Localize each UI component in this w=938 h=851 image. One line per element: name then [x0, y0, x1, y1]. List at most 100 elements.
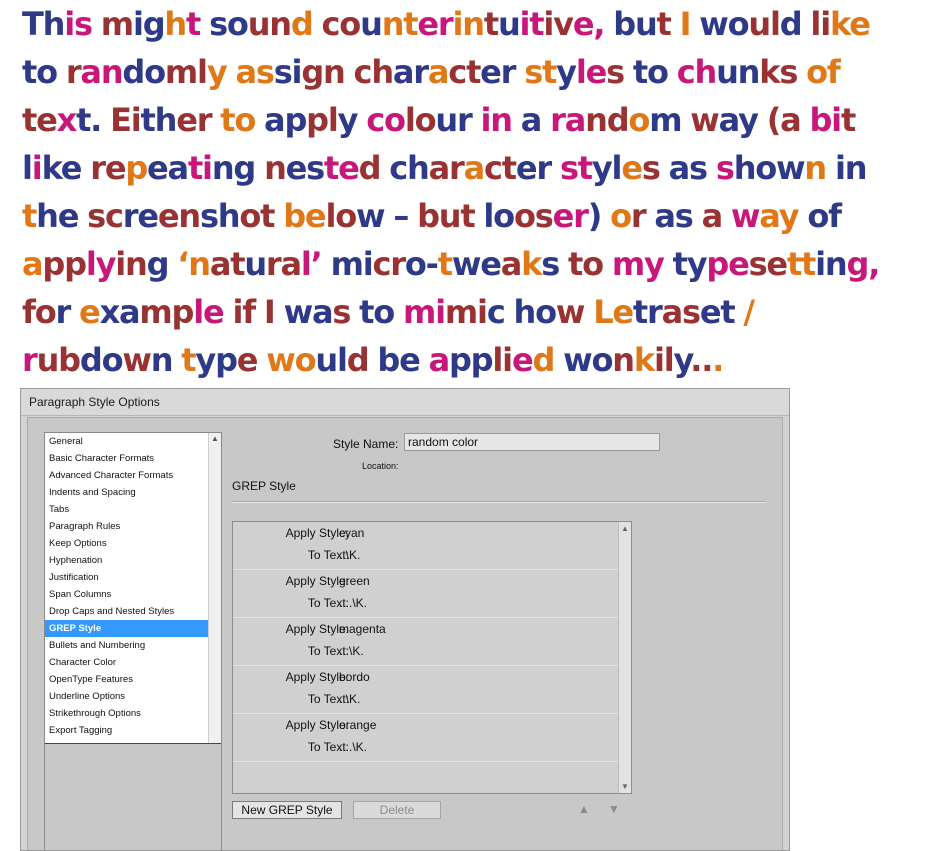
grep-expression[interactable]: ..\K.	[339, 688, 360, 710]
scroll-down-icon[interactable]: ▼	[619, 782, 631, 791]
category-item[interactable]: Basic Character Formats	[45, 450, 209, 467]
text-run: be	[283, 197, 326, 235]
text-run: st	[524, 53, 557, 91]
grep-entry[interactable]: Apply Style: bordo To Text: ..\K.	[233, 666, 619, 714]
text-run: t	[181, 341, 196, 379]
scroll-up-icon[interactable]: ▲	[619, 524, 631, 533]
text-run: k	[633, 341, 655, 379]
text-run: to	[220, 101, 265, 139]
text-run: as	[654, 197, 702, 235]
text-run: ch	[389, 149, 430, 187]
text-run: –	[393, 197, 418, 235]
category-list[interactable]: General Basic Character Formats Advanced C…	[44, 432, 222, 850]
grep-style-list[interactable]: Apply Style: cyan To Text: ..\K. Apply Style…	[232, 521, 632, 794]
grep-expression[interactable]: ....\K.	[339, 736, 367, 758]
applied-style[interactable]: cyan	[339, 522, 364, 544]
text-run: ap	[264, 101, 307, 139]
category-item[interactable]: Paragraph Rules	[45, 518, 209, 535]
text-run: pl	[306, 101, 339, 139]
text-run: wo	[699, 5, 749, 43]
category-scrollbar[interactable]: ▲	[208, 433, 221, 743]
text-run: an	[80, 53, 123, 91]
category-item[interactable]: Span Columns	[45, 586, 209, 603]
text-run: I	[679, 5, 700, 43]
text-run: un	[247, 5, 292, 43]
text-run: s	[715, 149, 735, 187]
applied-style[interactable]: orange	[339, 714, 376, 736]
text-run: r	[65, 53, 82, 91]
text-run: lo	[483, 197, 515, 235]
question-line: like repeating nested character styles a…	[22, 144, 934, 192]
category-item[interactable]: Tabs	[45, 501, 209, 518]
text-run: if	[232, 293, 264, 331]
text-run: y	[556, 53, 577, 91]
category-item[interactable]: Export Tagging	[45, 722, 209, 739]
text-run: li	[810, 5, 831, 43]
style-name-input[interactable]	[404, 433, 660, 451]
text-run: ke	[829, 5, 871, 43]
grep-entry[interactable]: Apply Style: orange To Text: ....\K.	[233, 714, 619, 762]
text-run: Th	[22, 5, 65, 43]
text-run: u	[360, 5, 383, 43]
grep-entry[interactable]: Apply Style: magenta To Text: ...\K.	[233, 618, 619, 666]
text-run: ..	[690, 341, 713, 379]
text-run: of	[806, 53, 841, 91]
text-run: re	[90, 149, 126, 187]
applied-style[interactable]: magenta	[339, 618, 386, 640]
question-text: This might sound counterintuitive, but I…	[22, 0, 934, 384]
category-item[interactable]: Drop Caps and Nested Styles	[45, 603, 209, 620]
text-run: k	[521, 245, 542, 283]
grep-expression[interactable]: ...\K.	[339, 640, 364, 662]
move-down-icon[interactable]: ▼	[608, 802, 620, 816]
text-run: t	[840, 101, 856, 139]
grep-entry-row: Apply Style: cyan	[233, 522, 619, 544]
category-item[interactable]: Keep Options	[45, 535, 209, 552]
text-run: e	[236, 341, 267, 379]
applied-style[interactable]: bordo	[339, 666, 370, 688]
category-item[interactable]: Underline Options	[45, 688, 209, 705]
new-grep-style-button[interactable]: New GREP Style	[232, 801, 342, 819]
scroll-up-icon[interactable]: ▲	[209, 433, 221, 445]
text-run: l	[22, 149, 33, 187]
text-run: e	[79, 293, 101, 331]
text-run: lo	[325, 197, 357, 235]
category-item[interactable]: Strikethrough Options	[45, 705, 209, 722]
grep-entry[interactable]: Apply Style: cyan To Text: ..\K.	[233, 522, 619, 570]
text-run: mi	[402, 293, 446, 331]
text-run: te	[324, 149, 360, 187]
text-run: s	[332, 293, 360, 331]
category-item[interactable]: Character Color	[45, 654, 209, 671]
grep-entry[interactable]: Apply Style: green To Text: ....\K.	[233, 570, 619, 618]
text-run: u	[497, 5, 521, 43]
category-item[interactable]: Advanced Character Formats	[45, 467, 209, 484]
text-run: ti	[187, 149, 213, 187]
grep-scrollbar[interactable]: ▲ ▼	[618, 522, 631, 793]
category-item[interactable]: General	[45, 433, 209, 450]
text-run: wo	[563, 341, 613, 379]
text-run: se	[748, 245, 789, 283]
text-run: t	[656, 5, 680, 43]
category-item[interactable]: Justification	[45, 569, 209, 586]
text-run: w	[356, 197, 394, 235]
category-item[interactable]: Bullets and Numbering	[45, 637, 209, 654]
applied-style[interactable]: green	[339, 570, 370, 592]
text-run: u	[244, 245, 267, 283]
text-run: pe	[706, 245, 749, 283]
text-run: h	[164, 5, 187, 43]
category-item[interactable]: GREP Style	[45, 620, 209, 637]
text-run: n	[612, 341, 635, 379]
grep-expression[interactable]: ..\K.	[339, 544, 360, 566]
move-up-icon[interactable]: ▲	[578, 802, 590, 816]
text-run: bi	[809, 101, 842, 139]
category-item[interactable]: OpenType Features	[45, 671, 209, 688]
text-run: r	[55, 293, 80, 331]
text-run: co	[366, 101, 406, 139]
grep-expression[interactable]: ....\K.	[339, 592, 367, 614]
category-item[interactable]: Hyphenation	[45, 552, 209, 569]
text-run: n	[804, 149, 835, 187]
category-item[interactable]: Indents and Spacing	[45, 484, 209, 501]
dialog-body: General Basic Character Formats Advanced C…	[27, 417, 783, 850]
question-line: text. Either to apply colour in a random…	[22, 96, 934, 144]
delete-button[interactable]: Delete	[353, 801, 441, 819]
text-run: pp	[448, 341, 494, 379]
